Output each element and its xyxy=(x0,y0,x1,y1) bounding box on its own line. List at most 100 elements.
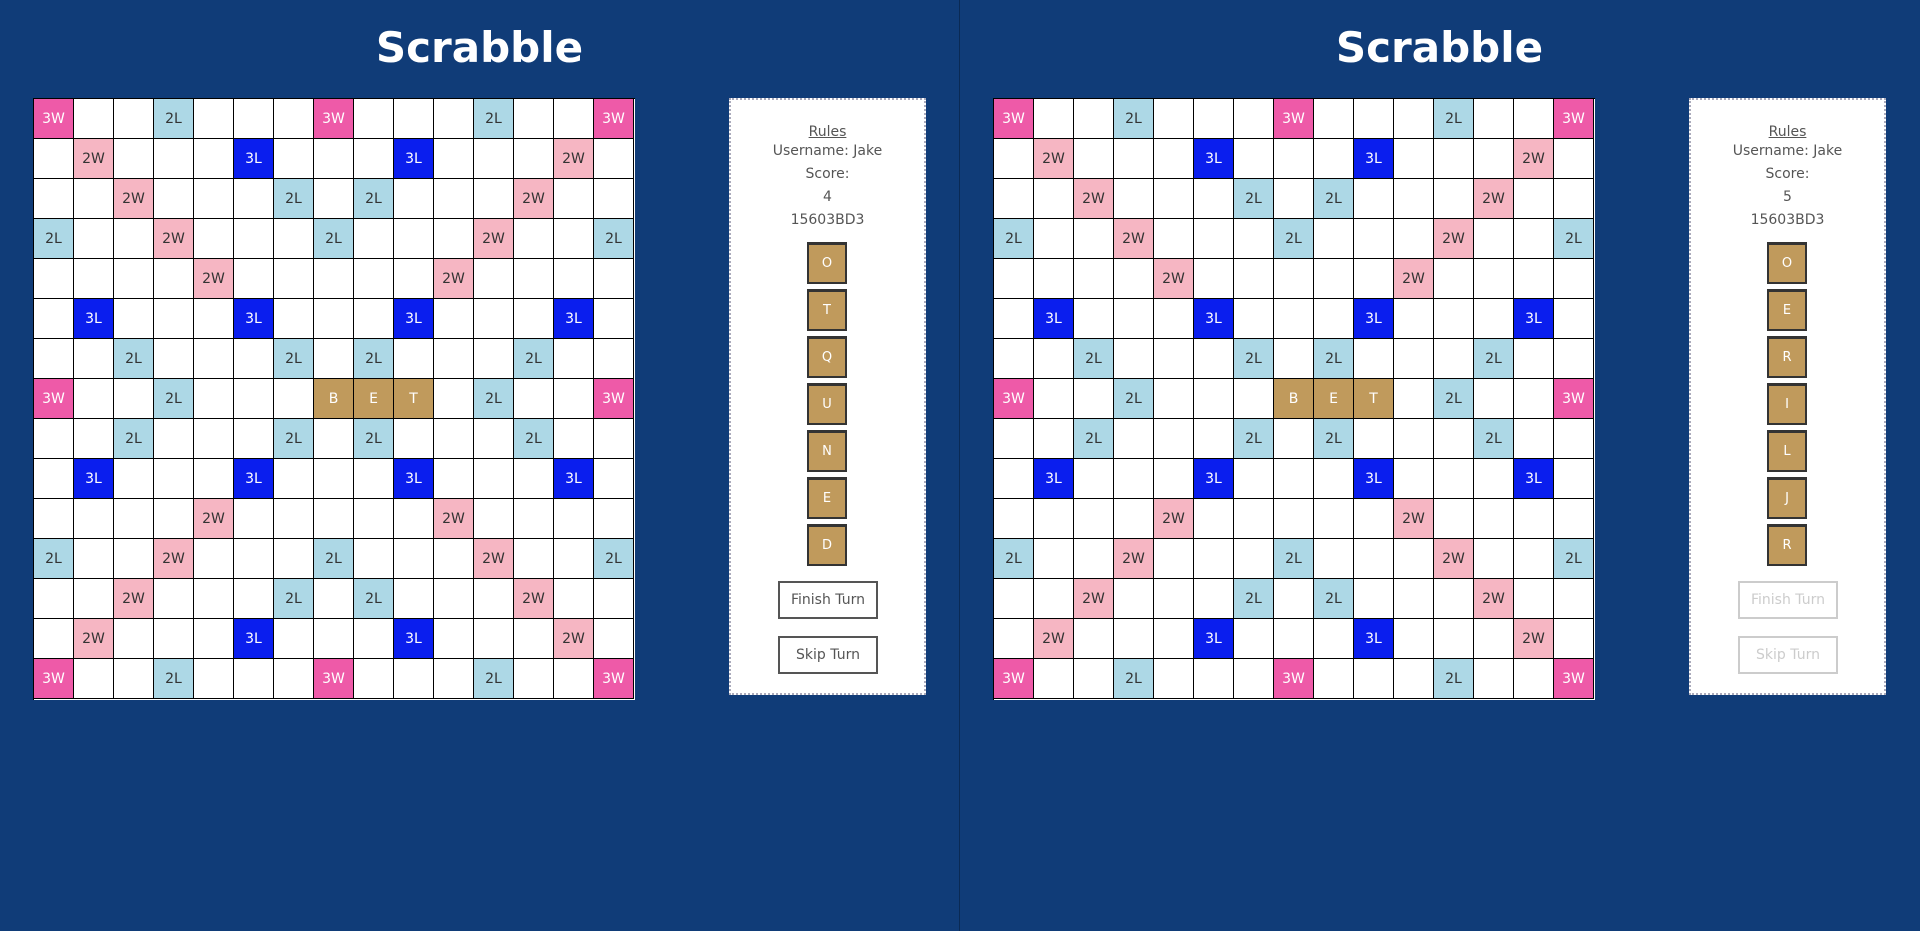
board-cell-3l[interactable]: 3L xyxy=(1354,619,1394,659)
board-cell[interactable] xyxy=(1034,99,1074,139)
board-cell-3w[interactable]: 3W xyxy=(314,99,354,139)
board-cell[interactable] xyxy=(1554,179,1594,219)
board-cell-2l[interactable]: 2L xyxy=(1434,379,1474,419)
board-cell[interactable] xyxy=(1034,419,1074,459)
board-cell-2l[interactable]: 2L xyxy=(1554,219,1594,259)
board-cell[interactable] xyxy=(354,139,394,179)
board-cell-3w[interactable]: 3W xyxy=(994,659,1034,699)
board-cell[interactable] xyxy=(1554,459,1594,499)
board-cell[interactable] xyxy=(514,139,554,179)
board-cell[interactable] xyxy=(1234,499,1274,539)
rules-link[interactable]: Rules xyxy=(1691,124,1884,140)
board-cell[interactable] xyxy=(194,619,234,659)
board-cell[interactable] xyxy=(1034,499,1074,539)
board-cell[interactable] xyxy=(34,459,74,499)
board-cell-2w[interactable]: 2W xyxy=(114,579,154,619)
board-cell[interactable] xyxy=(1514,339,1554,379)
board-cell[interactable] xyxy=(314,419,354,459)
board-cell[interactable] xyxy=(1154,219,1194,259)
board-cell-2l[interactable]: 2L xyxy=(1314,579,1354,619)
board-cell[interactable] xyxy=(234,539,274,579)
board-cell[interactable] xyxy=(594,179,634,219)
board-cell[interactable] xyxy=(1274,299,1314,339)
board-cell-2w[interactable]: 2W xyxy=(1034,619,1074,659)
board-cell[interactable] xyxy=(1194,379,1234,419)
board-cell-3l[interactable]: 3L xyxy=(1514,299,1554,339)
board-cell[interactable] xyxy=(554,579,594,619)
board-cell[interactable] xyxy=(234,219,274,259)
board-cell[interactable] xyxy=(1514,219,1554,259)
board-cell[interactable] xyxy=(1514,539,1554,579)
placed-tile[interactable]: E xyxy=(1314,379,1354,419)
board-cell[interactable] xyxy=(594,339,634,379)
board-cell[interactable] xyxy=(194,219,234,259)
board-cell[interactable] xyxy=(994,299,1034,339)
board-cell[interactable] xyxy=(434,539,474,579)
skip-turn-button[interactable]: Skip Turn xyxy=(778,636,878,674)
board-cell[interactable] xyxy=(434,179,474,219)
board-cell-2w[interactable]: 2W xyxy=(1474,579,1514,619)
board-cell-2l[interactable]: 2L xyxy=(34,539,74,579)
board-cell[interactable] xyxy=(1034,339,1074,379)
board-cell[interactable] xyxy=(994,339,1034,379)
board-cell[interactable] xyxy=(154,619,194,659)
board-cell[interactable] xyxy=(34,299,74,339)
board-cell[interactable] xyxy=(114,379,154,419)
board-cell[interactable] xyxy=(514,459,554,499)
board-cell[interactable] xyxy=(474,339,514,379)
board-cell-3l[interactable]: 3L xyxy=(394,299,434,339)
board-cell[interactable] xyxy=(1354,659,1394,699)
board-cell[interactable] xyxy=(1514,579,1554,619)
board-cell[interactable] xyxy=(1314,499,1354,539)
board-cell[interactable] xyxy=(1394,139,1434,179)
board-cell[interactable] xyxy=(1554,579,1594,619)
board-cell[interactable] xyxy=(234,659,274,699)
board-cell[interactable] xyxy=(474,139,514,179)
board-cell-3l[interactable]: 3L xyxy=(74,299,114,339)
board-cell[interactable] xyxy=(554,659,594,699)
board-cell[interactable] xyxy=(234,99,274,139)
board-cell[interactable] xyxy=(1434,179,1474,219)
board-cell[interactable] xyxy=(554,379,594,419)
board-cell[interactable] xyxy=(74,419,114,459)
board-cell[interactable] xyxy=(1194,339,1234,379)
board-cell[interactable] xyxy=(1074,139,1114,179)
finish-turn-button[interactable]: Finish Turn xyxy=(1738,581,1838,619)
board-cell[interactable] xyxy=(554,99,594,139)
board-cell[interactable] xyxy=(194,419,234,459)
board-cell-3l[interactable]: 3L xyxy=(1194,459,1234,499)
board-cell-2l[interactable]: 2L xyxy=(1274,219,1314,259)
board-cell[interactable] xyxy=(994,419,1034,459)
board-cell[interactable] xyxy=(74,99,114,139)
board-cell[interactable] xyxy=(1394,179,1434,219)
board-cell-3l[interactable]: 3L xyxy=(1194,139,1234,179)
board-cell-3w[interactable]: 3W xyxy=(1554,379,1594,419)
board-cell-2w[interactable]: 2W xyxy=(1474,179,1514,219)
placed-tile[interactable]: B xyxy=(1274,379,1314,419)
board-cell[interactable] xyxy=(1514,659,1554,699)
board-cell[interactable] xyxy=(1474,259,1514,299)
board-cell-3l[interactable]: 3L xyxy=(1354,299,1394,339)
board-cell[interactable] xyxy=(434,219,474,259)
board-cell[interactable] xyxy=(1314,99,1354,139)
board-cell[interactable] xyxy=(1314,659,1354,699)
board-cell-2l[interactable]: 2L xyxy=(154,659,194,699)
board-cell-3w[interactable]: 3W xyxy=(1554,659,1594,699)
board-cell[interactable] xyxy=(394,339,434,379)
board-cell[interactable] xyxy=(1234,259,1274,299)
board-cell[interactable] xyxy=(1234,659,1274,699)
board-cell-2l[interactable]: 2L xyxy=(994,219,1034,259)
board-cell[interactable] xyxy=(1074,459,1114,499)
rack-tile[interactable]: E xyxy=(807,477,847,519)
rack-tile[interactable]: D xyxy=(807,524,847,566)
board-cell[interactable] xyxy=(234,379,274,419)
board-cell[interactable] xyxy=(74,579,114,619)
board-cell[interactable] xyxy=(1154,99,1194,139)
board-cell[interactable] xyxy=(394,659,434,699)
board-cell-2l[interactable]: 2L xyxy=(314,539,354,579)
board-cell[interactable] xyxy=(1554,619,1594,659)
board-cell[interactable] xyxy=(1034,259,1074,299)
board-cell[interactable] xyxy=(1274,499,1314,539)
board-cell[interactable] xyxy=(1314,139,1354,179)
board-cell[interactable] xyxy=(514,259,554,299)
